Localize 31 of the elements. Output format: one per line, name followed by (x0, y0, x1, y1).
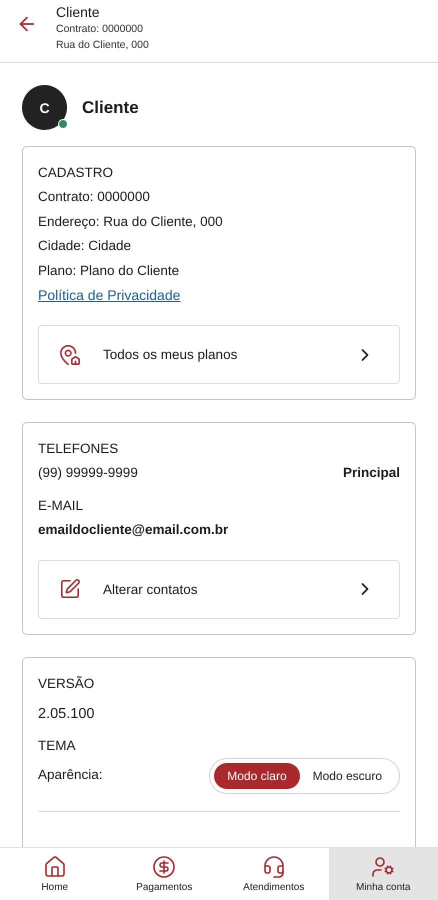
pencil-square-icon (59, 578, 81, 600)
user-gear-icon (371, 855, 396, 879)
section-heading: TEMA (38, 736, 77, 754)
section-heading: E-MAIL (38, 496, 84, 514)
info-line: Contrato: 0000000 (38, 188, 151, 206)
home-icon (42, 855, 67, 879)
theme-option[interactable]: Modo claro (214, 762, 300, 788)
phone-tag: Principal (342, 461, 400, 486)
plans-button[interactable]: Todos os meus planos (38, 325, 400, 384)
info-line: Cidade: Cidade (38, 237, 132, 255)
section-heading: TELEFONES (38, 440, 120, 458)
section-heading: CADASTRO (38, 164, 114, 182)
pin-house-icon (59, 344, 81, 366)
privacy-link[interactable]: Política de Privacidade (38, 283, 180, 307)
theme-option[interactable]: Modo escuro (300, 762, 395, 788)
info-line: Plano: Plano do Cliente (38, 262, 180, 280)
section-heading: VERSÃO (38, 674, 96, 692)
info-line: Endereço: Rua do Cliente, 000 (38, 212, 224, 231)
version-number: 2.05.100 (38, 704, 96, 724)
client-name: Cliente (82, 98, 139, 118)
avatar: C (22, 85, 67, 130)
headset-icon (262, 855, 286, 879)
header-subtitle: Contrato: 0000000 (56, 22, 144, 37)
header-title: Cliente (56, 3, 101, 21)
email-address: emaildocliente@email.com.br (38, 520, 230, 538)
phone-number: (99) 99999-9999 (38, 464, 138, 482)
header-subtitle: Rua do Cliente, 000 (56, 38, 149, 53)
edit-contacts-button[interactable]: Alterar contatos (38, 560, 400, 618)
dollar-icon (152, 855, 176, 879)
nav-tab[interactable]: Minha conta (328, 848, 438, 900)
appearance-label: Aparência: (38, 766, 103, 784)
